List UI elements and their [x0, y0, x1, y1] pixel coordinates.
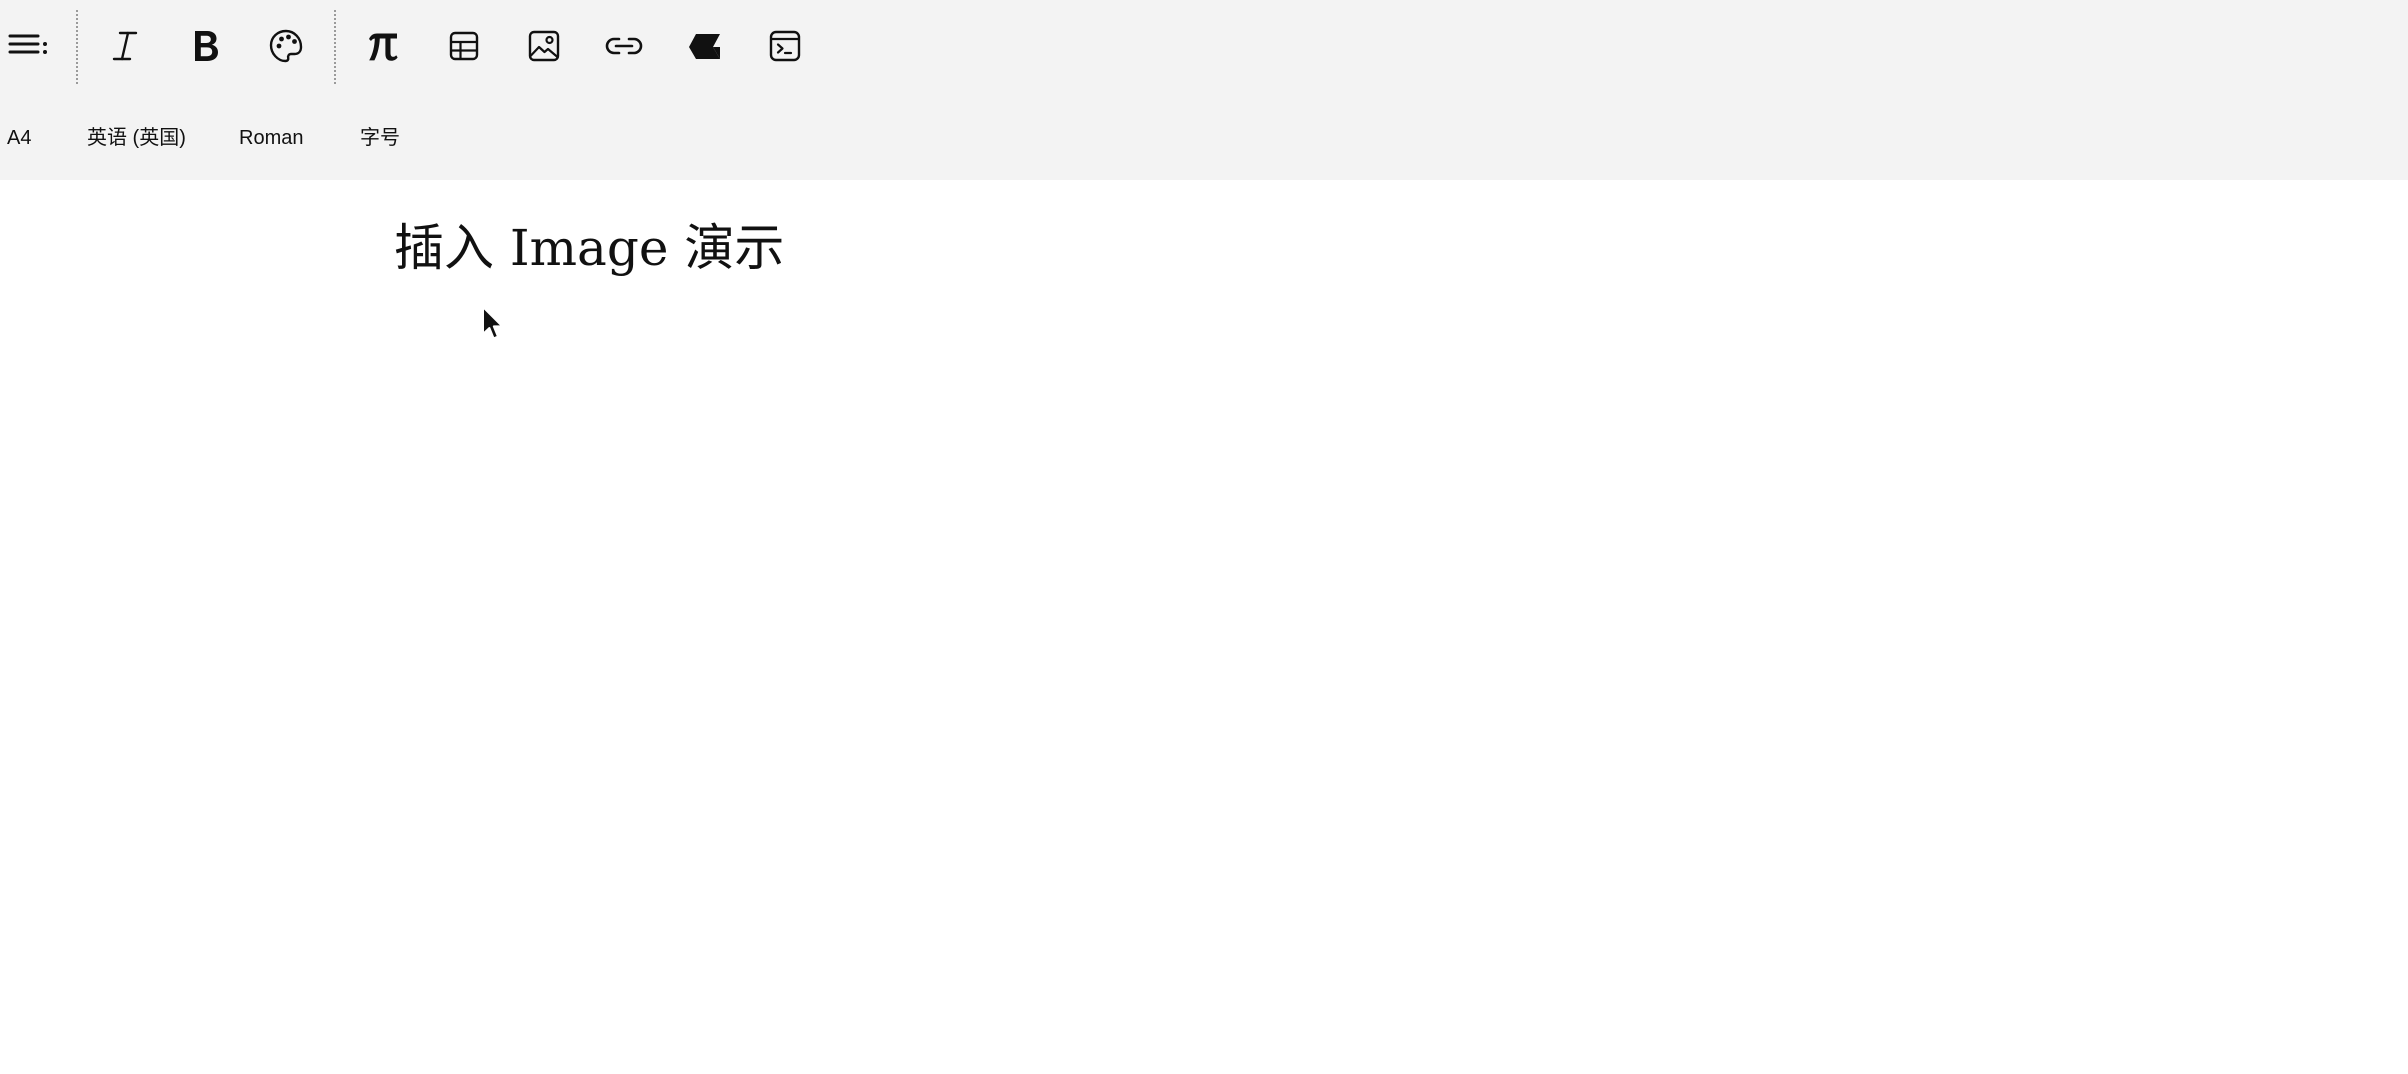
- italic-button[interactable]: [97, 18, 153, 74]
- bold-icon: [191, 29, 221, 63]
- bold-button[interactable]: [178, 18, 234, 74]
- document-settings-bar: A4 英语 (英国) Roman 字号: [0, 118, 2408, 158]
- insert-link-button[interactable]: [596, 18, 652, 74]
- font-size-selector[interactable]: 字号: [360, 118, 400, 158]
- insert-table-button[interactable]: [436, 18, 492, 74]
- italic-icon: [110, 30, 140, 62]
- document-title[interactable]: 插入 Image 演示: [394, 216, 784, 280]
- terminal-icon: [768, 29, 802, 63]
- insert-code-button[interactable]: [757, 18, 813, 74]
- mouse-pointer-icon: [481, 305, 505, 343]
- document-canvas[interactable]: 插入 Image 演示: [0, 180, 2408, 1074]
- tag-icon: [686, 30, 724, 62]
- table-icon: [448, 30, 480, 62]
- toolbar: A4 英语 (英国) Roman 字号: [0, 0, 2408, 180]
- toolbar-separator: [334, 10, 336, 84]
- toolbar-separator: [76, 10, 78, 84]
- text-color-button[interactable]: [258, 18, 314, 74]
- image-icon: [527, 29, 561, 63]
- list-menu-icon: [8, 32, 48, 60]
- palette-icon: [268, 28, 304, 64]
- outline-menu-button[interactable]: [0, 18, 56, 74]
- language-selector[interactable]: 英语 (英国): [87, 118, 186, 158]
- insert-tag-button[interactable]: [677, 18, 733, 74]
- insert-math-button[interactable]: [355, 18, 411, 74]
- format-toolbar: [0, 0, 2408, 92]
- font-selector[interactable]: Roman: [239, 118, 303, 158]
- pi-icon: [366, 30, 400, 62]
- link-icon: [604, 34, 644, 58]
- insert-image-button[interactable]: [516, 18, 572, 74]
- paper-size-selector[interactable]: A4: [7, 118, 31, 158]
